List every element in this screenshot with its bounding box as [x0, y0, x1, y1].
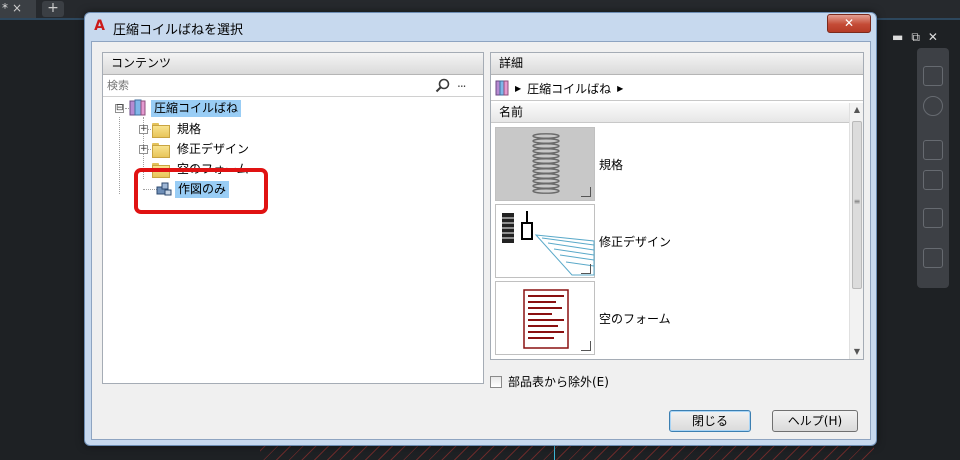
- breadcrumb-item[interactable]: 圧縮コイルばね: [527, 80, 611, 97]
- modified-design-icon: [495, 204, 595, 278]
- tree-root-label: 圧縮コイルばね: [151, 99, 242, 117]
- tree-item-standard[interactable]: + 規格: [139, 120, 204, 138]
- steering-wheel-icon[interactable]: [923, 96, 943, 116]
- name-column-header[interactable]: 名前: [491, 103, 849, 123]
- tree-item-label: 規格: [177, 121, 202, 136]
- contents-header: コンテンツ: [103, 53, 483, 75]
- drawing-hatch: [260, 446, 874, 460]
- exclude-from-bom-option[interactable]: 部品表から除外(E): [490, 373, 609, 390]
- search-icon[interactable]: [435, 78, 451, 94]
- contents-panel: コンテンツ ... ⊟: [102, 52, 484, 384]
- restore-viewport-icon[interactable]: ⧉: [911, 30, 920, 46]
- folder-icon: [152, 142, 170, 158]
- tree-item-label: 修正デザイン: [177, 141, 250, 156]
- list-item[interactable]: 修正デザイン: [495, 203, 847, 279]
- blank-form-icon: [495, 281, 595, 355]
- pan-icon[interactable]: [923, 140, 943, 160]
- document-tab-label: *: [2, 1, 8, 15]
- navigation-bar: [917, 48, 949, 288]
- breadcrumb: ▶ 圧縮コイルばね ▶: [491, 76, 863, 101]
- shortcut-arrow-icon: [581, 187, 591, 197]
- details-panel: 詳細 ▶ 圧縮コイルばね ▶ 名前 規格 修正デザイン 空のフォーム ▲ ≡ ▼: [490, 52, 864, 360]
- dialog-title: 圧縮コイルばねを選択: [113, 23, 244, 38]
- tree-item-modified-design[interactable]: + 修正デザイン: [139, 140, 252, 158]
- breadcrumb-separator-icon[interactable]: ▶: [617, 84, 623, 93]
- tree-root-compression-spring[interactable]: ⊟ 圧縮コイルばね: [115, 99, 242, 117]
- scroll-down-icon[interactable]: ▼: [850, 345, 864, 359]
- exclude-from-bom-label: 部品表から除外(E): [508, 375, 609, 389]
- viewport-controls: ▬ ⧉ ✕: [892, 30, 952, 46]
- library-book-icon: [128, 99, 148, 117]
- scrollbar-thumb[interactable]: ≡: [852, 121, 862, 289]
- close-viewport-icon[interactable]: ✕: [928, 30, 938, 46]
- help-button[interactable]: ヘルプ(H): [772, 410, 858, 432]
- shortcut-arrow-icon: [581, 264, 591, 274]
- details-header: 詳細: [491, 53, 863, 75]
- collapse-icon[interactable]: ⊟: [115, 103, 124, 113]
- shortcut-arrow-icon: [581, 341, 591, 351]
- tab-close-icon[interactable]: ×: [12, 0, 22, 16]
- dialog-close-button[interactable]: ✕: [827, 14, 871, 33]
- orbit-icon[interactable]: [923, 208, 943, 228]
- list-item[interactable]: 規格: [495, 126, 847, 202]
- tree-line: [119, 117, 120, 194]
- close-button[interactable]: 閉じる: [669, 410, 751, 432]
- autocad-app-icon: A: [94, 18, 105, 34]
- search-bar: ...: [103, 75, 483, 97]
- list-item-label: 規格: [599, 157, 624, 172]
- scroll-up-icon[interactable]: ▲: [850, 103, 864, 117]
- drawing-axis-line: [554, 446, 555, 460]
- list-item-label: 空のフォーム: [599, 311, 671, 326]
- details-scrollbar[interactable]: ▲ ≡ ▼: [849, 103, 863, 359]
- dialog-client-area: コンテンツ ... ⊟: [91, 41, 871, 440]
- list-item[interactable]: 空のフォーム: [495, 280, 847, 356]
- dialog-titlebar[interactable]: A 圧縮コイルばねを選択 ✕: [85, 13, 876, 41]
- expand-icon[interactable]: +: [139, 144, 148, 154]
- callout-highlight: [134, 168, 268, 214]
- search-input[interactable]: [105, 77, 431, 94]
- exclude-from-bom-checkbox[interactable]: [490, 375, 502, 388]
- folder-icon: [152, 122, 170, 138]
- viewcube-icon[interactable]: [923, 66, 943, 86]
- breadcrumb-separator-icon[interactable]: ▶: [515, 84, 521, 93]
- zoom-icon[interactable]: [923, 170, 943, 190]
- contents-tree: ⊟ 圧縮コイルばね + 規格 + 修正デザイン 空のフォーム 作図のみ: [103, 99, 483, 383]
- minimize-viewport-icon[interactable]: ▬: [892, 30, 903, 46]
- expand-icon[interactable]: +: [139, 124, 148, 134]
- list-item-label: 修正デザイン: [599, 234, 672, 249]
- details-item-list: 規格 修正デザイン 空のフォーム: [491, 124, 849, 359]
- more-options-icon[interactable]: ...: [457, 76, 473, 92]
- spring-icon: [495, 127, 595, 201]
- new-tab-button[interactable]: +: [42, 1, 64, 17]
- select-spring-dialog: A 圧縮コイルばねを選択 ✕ コンテンツ ...: [84, 12, 877, 446]
- showmotion-icon[interactable]: [923, 248, 943, 268]
- library-book-icon: [495, 80, 509, 96]
- document-tab[interactable]: * ×: [0, 0, 36, 18]
